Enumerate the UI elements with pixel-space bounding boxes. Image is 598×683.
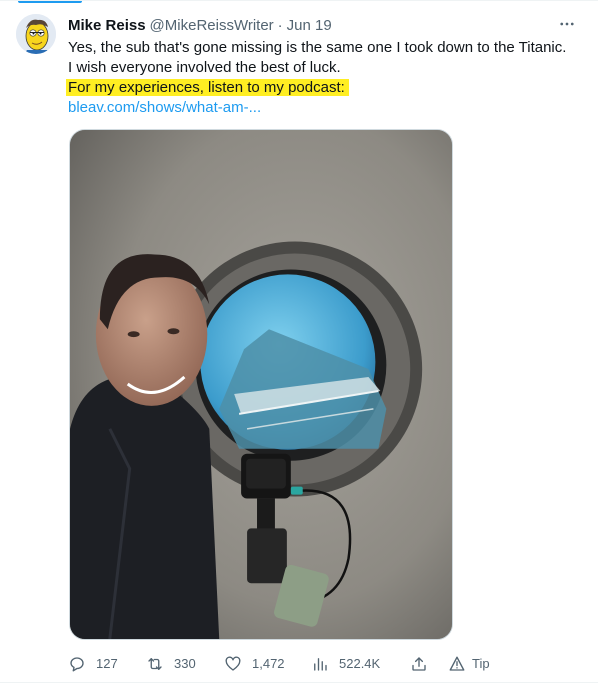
retweet-button[interactable]: 330 <box>146 653 196 675</box>
more-button[interactable] <box>556 13 578 35</box>
porthole-selfie-image <box>70 130 452 639</box>
author-name[interactable]: Mike Reiss <box>68 17 146 34</box>
tweet-header: Mike Reiss @MikeReissWriter · Jun 19 <box>68 15 578 35</box>
tweet-text: Yes, the sub that's gone missing is the … <box>66 38 588 118</box>
tweet-text-line-2: I wish everyone involved the best of luc… <box>68 59 341 76</box>
share-button[interactable] <box>410 653 438 675</box>
like-button[interactable]: 1,472 <box>224 653 285 675</box>
like-count: 1,472 <box>252 656 285 671</box>
tip-icon <box>449 656 465 671</box>
more-icon <box>560 22 574 26</box>
views-icon <box>314 658 327 671</box>
tweet-text-line-1: Yes, the sub that's gone missing is the … <box>68 39 567 56</box>
retweet-count: 330 <box>174 656 196 671</box>
views-count: 522.4K <box>339 656 381 671</box>
reply-button[interactable]: 127 <box>68 653 118 675</box>
tweet[interactable]: Mike Reiss @MikeReissWriter · Jun 19 Yes… <box>0 0 598 683</box>
share-icon <box>412 657 426 671</box>
retweet-icon <box>148 658 162 670</box>
views-button[interactable]: 522.4K <box>311 653 380 675</box>
avatar[interactable] <box>16 14 56 54</box>
podcast-link[interactable]: bleav.com/shows/what-am-... <box>68 99 261 116</box>
reply-count: 127 <box>96 656 118 671</box>
tip-button[interactable]: Tip <box>448 653 490 675</box>
separator-dot: · <box>277 16 283 34</box>
author-handle[interactable]: @MikeReissWriter <box>150 17 274 34</box>
tweet-photo[interactable] <box>69 129 453 640</box>
heart-icon <box>225 656 241 671</box>
tip-label: Tip <box>472 656 490 671</box>
avatar-image <box>16 14 56 54</box>
reply-icon <box>70 657 84 672</box>
highlighted-text: For my experiences, listen to my podcast… <box>66 79 349 96</box>
tweet-date[interactable]: Jun 19 <box>287 17 332 34</box>
tweet-actions: 127 330 1,472 522.4K Tip <box>68 653 498 675</box>
